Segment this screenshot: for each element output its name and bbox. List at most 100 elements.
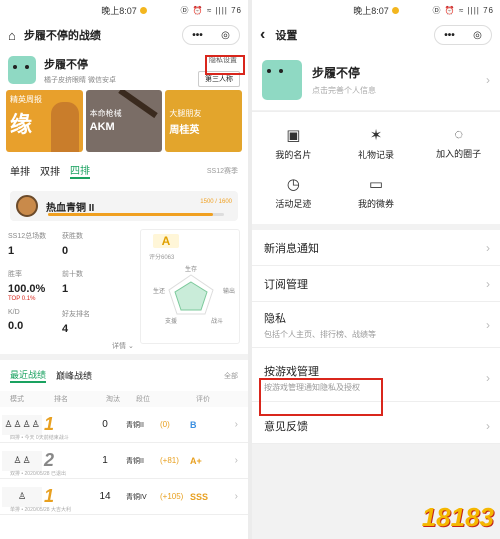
filter-dropdown[interactable]: 全部 (224, 371, 238, 381)
mode-icon: ♙ ♙ (2, 450, 42, 471)
chevron-right-icon: › (486, 240, 490, 255)
home-icon[interactable]: ⌂ (8, 28, 16, 43)
table-row[interactable]: ♙ ♙ ♙ ♙ 1 0 青铜II (0) B › 四排 • 今天 0天前结束战斗 (0, 407, 248, 443)
stat-sub: TOP 0.1% (8, 296, 36, 302)
match-rank: 1 (44, 486, 55, 506)
feature-0[interactable]: ▣ 我的名片 (252, 126, 335, 161)
match-eval: B (190, 419, 197, 430)
feature-1[interactable]: ✶ 礼物记录 (335, 126, 418, 161)
feature-icon: ✶ (369, 127, 383, 144)
highlight-box (205, 55, 245, 75)
col-mode: 模式 (10, 396, 24, 403)
feature-icon: ◌ (454, 126, 464, 143)
banner-weapon[interactable]: 本命枪械 AKM (85, 90, 163, 152)
stat-wins: 获胜数 0 (62, 231, 83, 257)
highlight-box (259, 378, 383, 416)
col-eval: 评价 (196, 396, 210, 403)
match-list: ♙ ♙ ♙ ♙ 1 0 青铜II (0) B › 四排 • 今天 0天前结束战斗 ♙ ♙ … (0, 407, 248, 515)
user-subtitle: 橘子皮挤眼睛 微信安卓 (44, 76, 116, 84)
match-delta: (0) (160, 420, 170, 429)
back-icon[interactable]: ‹ (260, 26, 265, 44)
rank-card: 热血青铜 II 1500 / 1600 (10, 191, 238, 221)
banner-tag: 大腿朋友 (169, 109, 202, 118)
tab-solo[interactable]: 单排 (10, 163, 30, 178)
chevron-right-icon: › (486, 73, 490, 87)
chevron-right-icon: › (234, 419, 238, 430)
user-name: 步履不停 (312, 66, 361, 80)
chevron-right-icon: › (486, 276, 490, 291)
close-icon[interactable]: ◎ (221, 30, 230, 41)
feature-2[interactable]: ◌ 加入的圈子 (417, 126, 500, 161)
radar-label: 支援 (165, 319, 178, 325)
tab-duo[interactable]: 双排 (40, 163, 60, 178)
tab-peak[interactable]: 巅峰战绩 (56, 369, 92, 382)
mini-program-capsule[interactable]: ••• ◎ (182, 25, 240, 45)
settings-item-title: 隐私 (264, 312, 286, 325)
status-icons: Ⓓ ⏰ ≈ |||| 76 (180, 6, 242, 15)
watermark-logo: 18183 (421, 502, 494, 532)
feature-icon: ▭ (368, 176, 384, 193)
mini-program-capsule[interactable]: ••• ◎ (434, 25, 492, 45)
chevron-right-icon: › (234, 455, 238, 466)
stat-value: 100.0% (8, 283, 46, 295)
profile-card[interactable]: 步履不停 点击完善个人信息 › (252, 50, 500, 110)
settings-item-2[interactable]: 隐私 包括个人主页、排行榜、战绩等 › (252, 302, 500, 348)
page-title: 设置 (275, 30, 298, 42)
stat-total: SS12总场数 1 (8, 231, 46, 257)
avatar[interactable] (8, 56, 36, 84)
season-label: SS12赛季 (206, 167, 238, 175)
mode-icon: ♙ (2, 486, 42, 507)
character-image (50, 102, 79, 152)
avatar[interactable] (262, 60, 302, 100)
left-screen: 晚上8:07 Ⓓ ⏰ ≈ |||| 76 ⌂ 步履不停的战绩 ••• ◎ 步履不… (0, 0, 248, 539)
feature-label: 礼物记录 (357, 150, 394, 160)
settings-item-0[interactable]: 新消息通知 › (252, 230, 500, 266)
col-kills: 淘汰 (106, 396, 120, 403)
col-tier: 段位 (136, 396, 150, 403)
table-row[interactable]: ♙ 1 14 青铜IV (+105) SSS › 单排 • 2020/05/28… (0, 479, 248, 515)
rank-badge-icon (16, 195, 38, 217)
settings-item-1[interactable]: 订阅管理 › (252, 266, 500, 302)
mode-icon: ♙ ♙ ♙ ♙ (2, 414, 42, 435)
match-kills: 14 (99, 491, 111, 502)
stat-value: 0 (62, 245, 69, 257)
match-note: 双排 • 2020/05/28 已退出 (10, 471, 66, 477)
tab-squad[interactable]: 四排 (70, 162, 90, 179)
status-bar: 晚上8:07 Ⓓ ⏰ ≈ |||| 76 (252, 0, 500, 20)
more-icon[interactable]: ••• (192, 30, 203, 41)
banner-value: AKM (89, 121, 115, 133)
stat-label: 胜率 (8, 271, 22, 278)
navbar: ‹ 设置 ••• ◎ (252, 20, 500, 50)
more-icon[interactable]: ••• (444, 30, 455, 41)
chevron-right-icon: › (486, 317, 490, 332)
tab-recent[interactable]: 最近战绩 (10, 368, 47, 383)
stat-friend-rank: 好友排名 4 (62, 309, 90, 335)
feature-label: 加入的圈子 (436, 149, 482, 159)
table-header: 模式 排名 淘汰 段位 评价 (0, 391, 248, 407)
feature-4[interactable]: ▭ 我的微券 (335, 175, 418, 210)
table-row[interactable]: ♙ ♙ 2 1 青铜II (+81) A+ › 双排 • 2020/05/28 已… (0, 443, 248, 479)
banner-weekly[interactable]: 精英周报 缘 (6, 90, 83, 152)
match-tier: 青铜II (126, 421, 144, 429)
stat-label: 好友排名 (62, 311, 90, 318)
status-icons: Ⓓ ⏰ ≈ |||| 76 (432, 6, 494, 15)
right-screen: 晚上8:07 Ⓓ ⏰ ≈ |||| 76 ‹ 设置 ••• ◎ 步履不停 点击完… (252, 0, 500, 539)
status-icon (139, 6, 147, 14)
close-icon[interactable]: ◎ (473, 30, 482, 41)
feature-label: 我的名片 (275, 150, 312, 160)
match-tier: 青铜II (126, 457, 144, 465)
feature-label: 我的微券 (357, 199, 394, 209)
radar-label: 战斗 (211, 319, 224, 325)
rank-progress-bar (48, 213, 224, 216)
detail-link[interactable]: 详情 ⌄ (112, 341, 134, 351)
status-bar: 晚上8:07 Ⓓ ⏰ ≈ |||| 76 (0, 0, 248, 20)
page-title: 步履不停的战绩 (23, 30, 101, 42)
status-time: 晚上8:07 (353, 5, 389, 16)
rank-name: 热血青铜 II (46, 202, 95, 214)
radar-label: 生还 (153, 289, 166, 295)
settings-item-title: 按游戏管理 (264, 365, 319, 378)
feature-3[interactable]: ◷ 活动足迹 (252, 175, 335, 210)
stat-kd: K/D 0.0 (8, 309, 23, 332)
status-icon (391, 6, 399, 14)
banner-friend[interactable]: 大腿朋友 周桂英 (165, 90, 243, 152)
